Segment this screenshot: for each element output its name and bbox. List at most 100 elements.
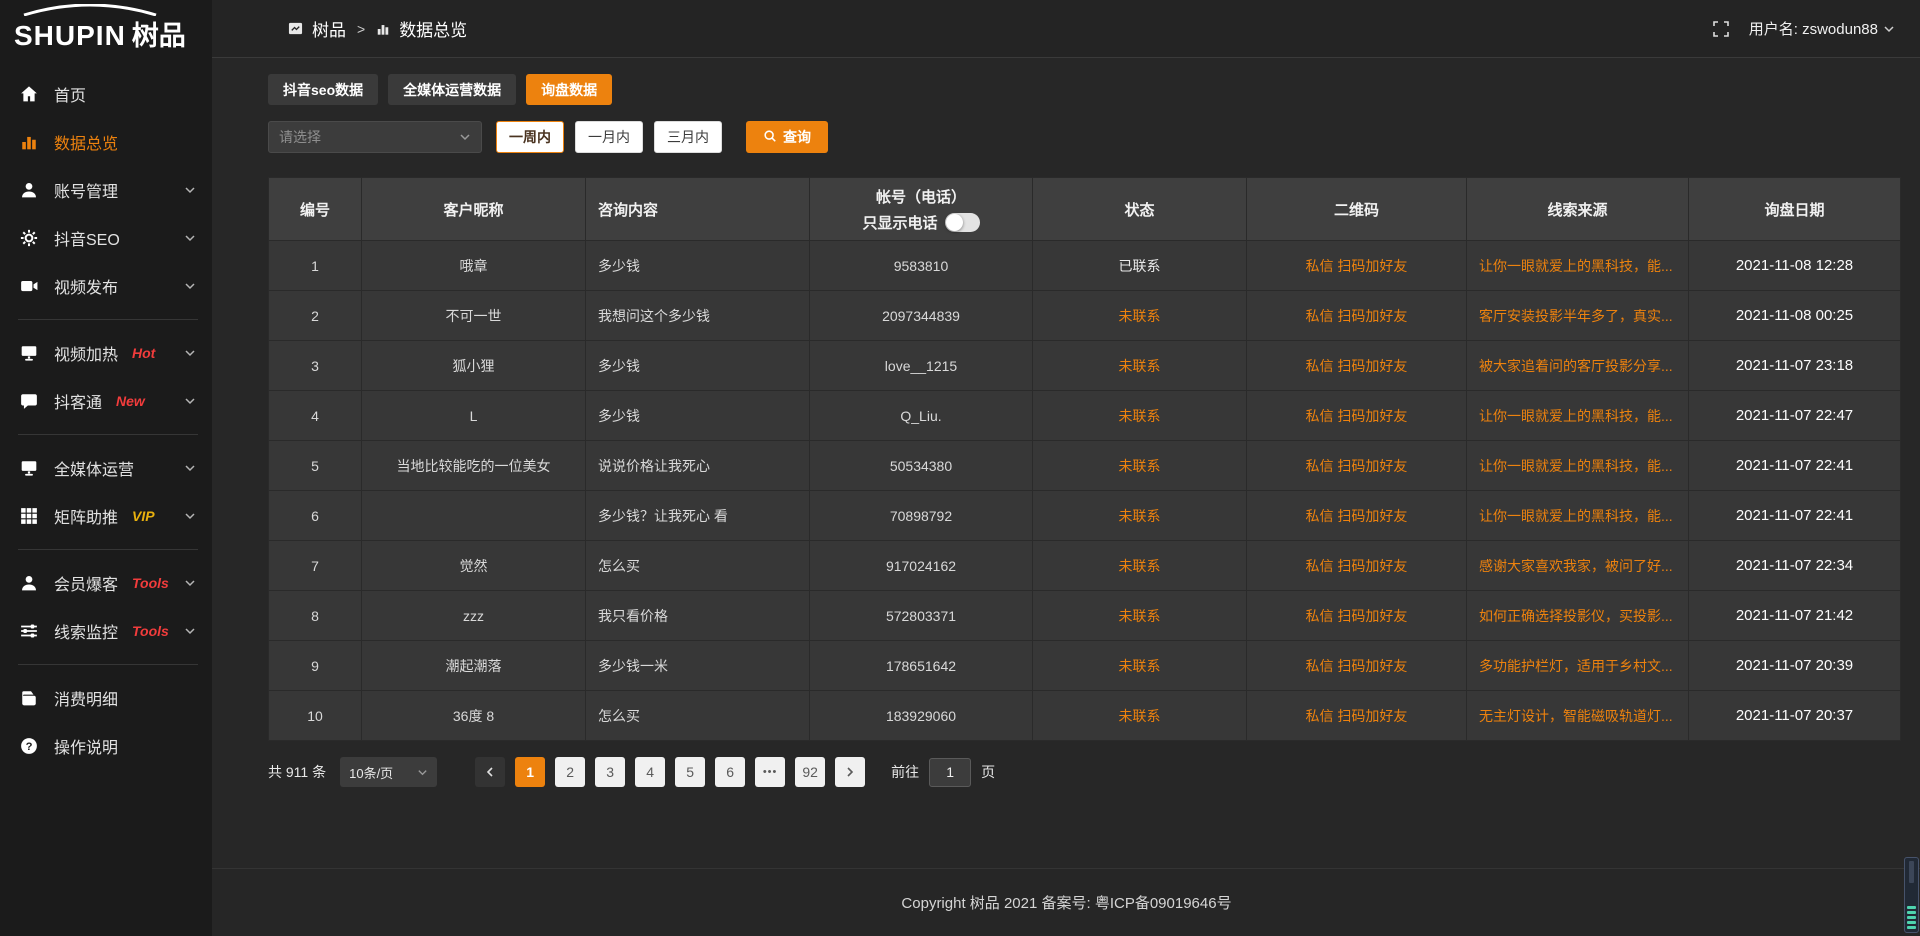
sidebar-item-7[interactable]: 全媒体运营 bbox=[0, 444, 212, 492]
logo-box: SHUPIN 树品 bbox=[14, 6, 186, 53]
sidebar-item-label: 消费明细 bbox=[54, 686, 118, 710]
page-button-6[interactable]: 6 bbox=[715, 757, 745, 787]
cell-source[interactable]: 被大家追着问的客厅投影分享... bbox=[1467, 341, 1689, 391]
range-button-0[interactable]: 一周内 bbox=[496, 121, 564, 153]
page-size-value: 10条/页 bbox=[349, 763, 393, 782]
column-header-2: 咨询内容 bbox=[586, 178, 810, 241]
cell-id: 5 bbox=[269, 441, 362, 491]
cell-account: 9583810 bbox=[810, 241, 1033, 291]
column-header-1: 客户昵称 bbox=[362, 178, 586, 241]
app-grid-icon bbox=[288, 21, 303, 36]
cell-qrcode[interactable]: 私信 扫码加好友 bbox=[1247, 341, 1467, 391]
page-button-4[interactable]: 4 bbox=[635, 757, 665, 787]
column-header-3: 帐号（电话）只显示电话 bbox=[810, 178, 1033, 241]
table-row: 5当地比较能吃的一位美女说说价格让我死心50534380未联系私信 扫码加好友让… bbox=[269, 441, 1901, 491]
cell-source[interactable]: 让你一眼就爱上的黑科技，能... bbox=[1467, 391, 1689, 441]
sidebar-item-3[interactable]: 抖音SEO bbox=[0, 214, 212, 262]
page-button-3[interactable]: 3 bbox=[595, 757, 625, 787]
cell-account: Q_Liu. bbox=[810, 391, 1033, 441]
sidebar-item-label: 全媒体运营 bbox=[54, 456, 134, 480]
chevron-down-icon bbox=[184, 462, 196, 474]
cell-nickname: zzz bbox=[362, 591, 586, 641]
sidebar-item-label: 数据总览 bbox=[54, 130, 118, 154]
table-header-row: 编号客户昵称咨询内容帐号（电话）只显示电话状态二维码线索来源询盘日期 bbox=[269, 178, 1901, 241]
cell-date: 2021-11-07 22:47 bbox=[1689, 391, 1901, 441]
tab-1[interactable]: 全媒体运营数据 bbox=[388, 74, 516, 105]
cell-qrcode[interactable]: 私信 扫码加好友 bbox=[1247, 441, 1467, 491]
user-menu[interactable]: 用户名: zswodun88 bbox=[1749, 18, 1895, 39]
sidebar-item-11[interactable]: 消费明细 bbox=[0, 674, 212, 722]
cell-status: 未联系 bbox=[1033, 491, 1247, 541]
cell-status: 未联系 bbox=[1033, 341, 1247, 391]
cell-status: 未联系 bbox=[1033, 591, 1247, 641]
cell-account: 70898792 bbox=[810, 491, 1033, 541]
cell-source[interactable]: 让你一眼就爱上的黑科技，能... bbox=[1467, 441, 1689, 491]
filter-select[interactable]: 请选择 bbox=[268, 121, 482, 153]
fullscreen-icon[interactable] bbox=[1713, 21, 1729, 37]
cell-qrcode[interactable]: 私信 扫码加好友 bbox=[1247, 491, 1467, 541]
sidebar-item-10[interactable]: 线索监控Tools bbox=[0, 607, 212, 655]
page-button-92[interactable]: 92 bbox=[795, 757, 825, 787]
search-button[interactable]: 查询 bbox=[746, 121, 828, 153]
page-size-select[interactable]: 10条/页 bbox=[340, 757, 437, 787]
range-button-1[interactable]: 一月内 bbox=[575, 121, 643, 153]
breadcrumb-root[interactable]: 树品 bbox=[312, 16, 346, 41]
sidebar-item-badge: Tools bbox=[132, 623, 169, 639]
prev-page-button[interactable] bbox=[475, 757, 505, 787]
chevron-left-icon bbox=[484, 766, 496, 778]
sidebar-item-0[interactable]: 首页 bbox=[0, 70, 212, 118]
next-page-button[interactable] bbox=[835, 757, 865, 787]
sidebar-item-2[interactable]: 账号管理 bbox=[0, 166, 212, 214]
wallet-icon bbox=[20, 689, 39, 708]
cell-qrcode[interactable]: 私信 扫码加好友 bbox=[1247, 691, 1467, 741]
sidebar-item-12[interactable]: ?操作说明 bbox=[0, 722, 212, 770]
search-icon bbox=[763, 129, 777, 146]
range-buttons: 一周内一月内三月内 bbox=[496, 121, 722, 153]
cell-source[interactable]: 让你一眼就爱上的黑科技，能... bbox=[1467, 491, 1689, 541]
tab-0[interactable]: 抖音seo数据 bbox=[268, 74, 378, 105]
cell-qrcode[interactable]: 私信 扫码加好友 bbox=[1247, 241, 1467, 291]
gear-icon bbox=[20, 229, 39, 248]
cell-source[interactable]: 感谢大家喜欢我家，被问了好... bbox=[1467, 541, 1689, 591]
page-ellipsis[interactable]: ••• bbox=[755, 757, 785, 787]
cell-nickname: 不可一世 bbox=[362, 291, 586, 341]
page-button-5[interactable]: 5 bbox=[675, 757, 705, 787]
cell-qrcode[interactable]: 私信 扫码加好友 bbox=[1247, 541, 1467, 591]
cell-qrcode[interactable]: 私信 扫码加好友 bbox=[1247, 591, 1467, 641]
sidebar-item-badge: New bbox=[116, 393, 145, 409]
cell-source[interactable]: 多功能护栏灯，适用于乡村文... bbox=[1467, 641, 1689, 691]
sidebar-item-8[interactable]: 矩阵助推VIP bbox=[0, 492, 212, 540]
cell-status: 未联系 bbox=[1033, 541, 1247, 591]
sidebar-item-label: 视频加热 bbox=[54, 341, 118, 365]
page-button-1[interactable]: 1 bbox=[515, 757, 545, 787]
cell-source[interactable]: 客厅安装投影半年多了，真实... bbox=[1467, 291, 1689, 341]
cell-content: 多少钱？让我死心 看 bbox=[586, 491, 810, 541]
chevron-down-icon bbox=[184, 577, 196, 589]
sidebar-item-1[interactable]: 数据总览 bbox=[0, 118, 212, 166]
filter-select-placeholder: 请选择 bbox=[279, 127, 321, 147]
cell-source[interactable]: 无主灯设计，智能磁吸轨道灯... bbox=[1467, 691, 1689, 741]
heat-icon bbox=[20, 344, 39, 363]
cell-source[interactable]: 让你一眼就爱上的黑科技，能... bbox=[1467, 241, 1689, 291]
cell-id: 6 bbox=[269, 491, 362, 541]
cell-status: 已联系 bbox=[1033, 241, 1247, 291]
phone-only-toggle[interactable] bbox=[945, 213, 980, 232]
page-button-2[interactable]: 2 bbox=[555, 757, 585, 787]
table-row: 9潮起潮落多少钱一米178651642未联系私信 扫码加好友多功能护栏灯，适用于… bbox=[269, 641, 1901, 691]
minimap-widget[interactable] bbox=[1904, 857, 1919, 933]
sidebar-item-5[interactable]: 视频加热Hot bbox=[0, 329, 212, 377]
cell-qrcode[interactable]: 私信 扫码加好友 bbox=[1247, 641, 1467, 691]
sidebar-item-9[interactable]: 会员爆客Tools bbox=[0, 559, 212, 607]
sidebar-item-6[interactable]: 抖客通New bbox=[0, 377, 212, 425]
cell-status: 未联系 bbox=[1033, 441, 1247, 491]
goto-page-input[interactable] bbox=[929, 758, 971, 787]
tab-2[interactable]: 询盘数据 bbox=[526, 74, 612, 105]
cell-content: 说说价格让我死心 bbox=[586, 441, 810, 491]
cell-qrcode[interactable]: 私信 扫码加好友 bbox=[1247, 291, 1467, 341]
minimap-stripes bbox=[1907, 906, 1916, 929]
cell-qrcode[interactable]: 私信 扫码加好友 bbox=[1247, 391, 1467, 441]
sidebar-item-4[interactable]: 视频发布 bbox=[0, 262, 212, 310]
filter-row: 请选择 一周内一月内三月内 查询 bbox=[268, 121, 1901, 153]
range-button-2[interactable]: 三月内 bbox=[654, 121, 722, 153]
cell-source[interactable]: 如何正确选择投影仪，买投影... bbox=[1467, 591, 1689, 641]
